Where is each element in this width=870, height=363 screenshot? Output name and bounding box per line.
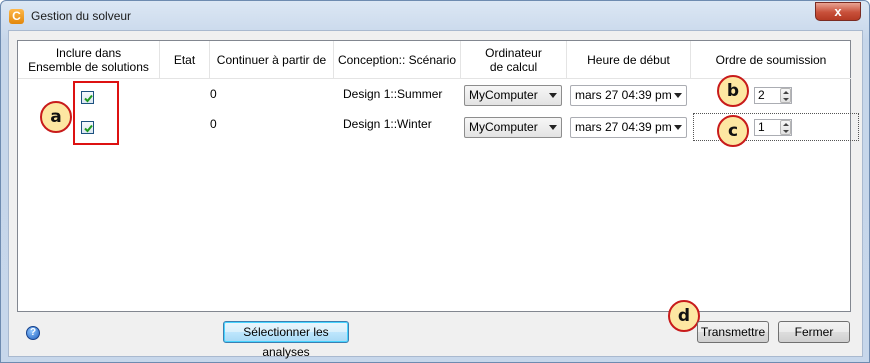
- title-bar: C Gestion du solveur x: [1, 1, 869, 31]
- app-logo-icon: C: [9, 9, 24, 24]
- checkbox-highlight-box: [73, 81, 119, 145]
- chevron-down-icon: [549, 125, 557, 130]
- close-button[interactable]: Fermer: [778, 321, 850, 343]
- continue-from-row1: 0: [210, 87, 217, 101]
- order-row1-value: 2: [758, 88, 765, 102]
- submit-button[interactable]: Transmettre: [697, 321, 769, 343]
- header-include[interactable]: Inclure dans Ensemble de solutions: [18, 41, 160, 79]
- start-time-select-row2[interactable]: mars 27 04:39 pm: [570, 117, 687, 138]
- header-computer[interactable]: Ordinateur de calcul: [461, 41, 567, 79]
- header-state[interactable]: Etat: [160, 41, 210, 79]
- solver-table: Inclure dans Ensemble de solutions Etat …: [17, 40, 859, 312]
- header-order[interactable]: Ordre de soumission: [691, 41, 851, 79]
- spin-up-icon: [783, 123, 789, 126]
- header-computer-line2: de calcul: [489, 59, 538, 74]
- header-include-line1: Inclure dans: [55, 45, 122, 60]
- header-scenario[interactable]: Conception:: Scénario: [334, 41, 461, 79]
- scenario-row1: Design 1::Summer: [343, 87, 443, 101]
- header-start-time[interactable]: Heure de début: [567, 41, 691, 79]
- order-spinner-row2-arrows[interactable]: [780, 120, 791, 135]
- select-analyses-button[interactable]: Sélectionner les analyses: [223, 321, 349, 359]
- computer-select-row2-value: MyComputer: [469, 120, 538, 134]
- computer-select-row2[interactable]: MyComputer: [464, 117, 562, 138]
- start-time-row1-value: mars 27 04:39 pm: [575, 88, 672, 102]
- callout-a: a: [40, 101, 72, 133]
- order-spinner-row1-arrows[interactable]: [780, 88, 791, 103]
- computer-select-row1[interactable]: MyComputer: [464, 85, 562, 106]
- spin-down-icon: [783, 130, 789, 133]
- window-title: Gestion du solveur: [31, 9, 132, 23]
- header-computer-line1: Ordinateur: [485, 45, 542, 60]
- solver-manager-window: C Gestion du solveur x Inclure dans Ense…: [0, 0, 870, 363]
- scenario-row2: Design 1::Winter: [343, 117, 432, 131]
- header-include-line2: Ensemble de solutions: [28, 59, 149, 74]
- start-time-select-row1[interactable]: mars 27 04:39 pm: [570, 85, 687, 106]
- callout-b: b: [717, 75, 749, 107]
- continue-from-row2: 0: [210, 117, 217, 131]
- header-continue-from[interactable]: Continuer à partir de: [210, 41, 334, 79]
- computer-select-row1-value: MyComputer: [469, 88, 538, 102]
- chevron-down-icon: [674, 93, 682, 98]
- spin-down-icon: [783, 98, 789, 101]
- close-window-button[interactable]: x: [815, 2, 861, 21]
- chevron-down-icon: [549, 93, 557, 98]
- callout-c: c: [717, 115, 749, 147]
- start-time-row2-value: mars 27 04:39 pm: [575, 120, 672, 134]
- callout-d: d: [668, 300, 700, 332]
- help-icon[interactable]: ?: [26, 326, 40, 340]
- order-row2-value: 1: [758, 120, 765, 134]
- dialog-body: Inclure dans Ensemble de solutions Etat …: [8, 30, 863, 359]
- chevron-down-icon: [674, 125, 682, 130]
- spin-up-icon: [783, 91, 789, 94]
